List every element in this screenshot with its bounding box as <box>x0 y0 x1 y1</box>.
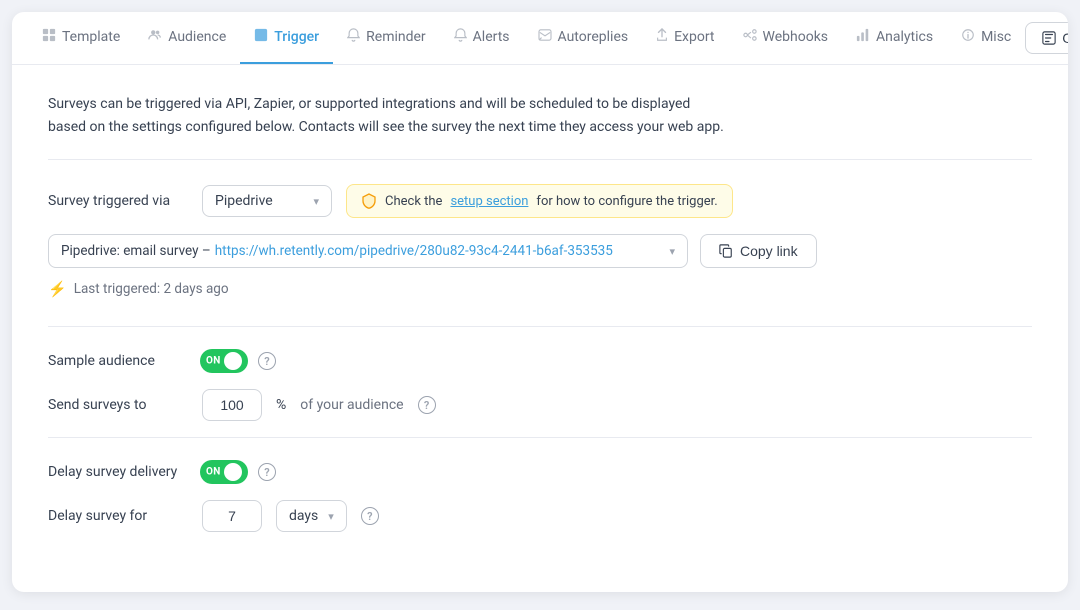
delay-delivery-row: Delay survey delivery ON ? <box>48 460 1032 484</box>
tab-trigger[interactable]: Trigger <box>240 12 333 64</box>
tab-reminder[interactable]: Reminder <box>333 12 440 64</box>
trigger-via-selected: Pipedrive <box>215 193 273 209</box>
bolt-icon: ⚡ <box>48 280 67 298</box>
delay-delivery-label: Delay survey delivery <box>48 464 188 480</box>
delay-for-label: Delay survey for <box>48 508 188 524</box>
description-box: Surveys can be triggered via API, Zapier… <box>48 93 1032 160</box>
tab-analytics[interactable]: Analytics <box>842 12 947 64</box>
divider-2 <box>48 437 1032 438</box>
tab-misc-label: Misc <box>981 29 1011 45</box>
tab-analytics-label: Analytics <box>876 29 933 45</box>
tab-webhooks-label: Webhooks <box>763 29 829 45</box>
delay-delivery-on-label: ON <box>206 467 221 478</box>
misc-icon <box>961 28 975 46</box>
guide-button[interactable]: Guide <box>1025 22 1068 54</box>
info-text: Check the <box>385 194 442 209</box>
tab-audience[interactable]: Audience <box>134 12 240 64</box>
delay-delivery-toggle[interactable]: ON <box>200 460 248 484</box>
send-surveys-label: Send surveys to <box>48 397 188 413</box>
copy-link-label: Copy link <box>740 243 798 259</box>
sample-audience-row: Sample audience ON ? <box>48 349 1032 373</box>
tab-trigger-label: Trigger <box>274 29 319 45</box>
webhook-url-select[interactable]: Pipedrive: email survey – https://wh.ret… <box>48 234 688 268</box>
send-surveys-suffix: of your audience <box>300 397 403 413</box>
delay-delivery-help[interactable]: ? <box>258 463 276 481</box>
webhook-label: Pipedrive: email survey – <box>61 243 211 259</box>
delay-for-input[interactable] <box>202 500 262 532</box>
trigger-icon <box>254 28 268 46</box>
audience-icon <box>148 28 162 46</box>
guide-label: Guide <box>1062 30 1068 46</box>
last-triggered-row: ⚡ Last triggered: 2 days ago <box>48 280 1032 298</box>
tab-alerts[interactable]: Alerts <box>440 12 524 64</box>
export-icon <box>656 28 668 46</box>
trigger-via-dropdown[interactable]: Pipedrive ▾ <box>202 185 332 217</box>
last-triggered-text: Last triggered: 2 days ago <box>74 281 229 297</box>
setup-section-link[interactable]: setup section <box>450 194 528 209</box>
tab-export-label: Export <box>674 29 714 45</box>
trigger-info-banner: Check the setup section for how to confi… <box>346 184 733 218</box>
webhook-chevron: ▾ <box>669 245 675 258</box>
delay-for-help[interactable]: ? <box>361 507 379 525</box>
trigger-via-label: Survey triggered via <box>48 193 188 209</box>
tab-alerts-label: Alerts <box>473 29 510 45</box>
alerts-icon <box>454 28 467 46</box>
autoreplies-icon <box>538 29 552 45</box>
webhooks-icon <box>743 28 757 46</box>
sample-audience-help[interactable]: ? <box>258 352 276 370</box>
delay-for-row: Delay survey for days ▾ ? <box>48 500 1032 532</box>
description-text: Surveys can be triggered via API, Zapier… <box>48 93 728 139</box>
reminder-icon <box>347 28 360 46</box>
webhook-url: https://wh.retently.com/pipedrive/280u82… <box>215 243 613 259</box>
trigger-via-chevron: ▾ <box>313 195 319 208</box>
sample-audience-on-label: ON <box>206 356 221 367</box>
main-card: Template Audience Trigger Reminder Alert… <box>12 12 1068 592</box>
tab-template-label: Template <box>62 29 120 45</box>
send-surveys-unit: % <box>276 397 286 413</box>
template-icon <box>42 28 56 46</box>
delay-unit-chevron: ▾ <box>328 510 334 523</box>
delay-delivery-toggle-wrap: ON ? <box>200 460 276 484</box>
delay-unit-label: days <box>289 508 318 524</box>
send-surveys-input[interactable] <box>202 389 262 421</box>
sample-audience-label: Sample audience <box>48 353 188 369</box>
webhook-row: Pipedrive: email survey – https://wh.ret… <box>48 234 1032 268</box>
sample-audience-toggle[interactable]: ON <box>200 349 248 373</box>
copy-icon <box>719 244 733 258</box>
tab-reminder-label: Reminder <box>366 29 426 45</box>
tabs-bar: Template Audience Trigger Reminder Alert… <box>12 12 1068 65</box>
tab-autoreplies[interactable]: Autoreplies <box>524 13 643 63</box>
info-suffix: for how to configure the trigger. <box>536 194 717 209</box>
analytics-icon <box>856 28 870 46</box>
send-surveys-help[interactable]: ? <box>418 396 436 414</box>
tab-autoreplies-label: Autoreplies <box>558 29 629 45</box>
delay-unit-dropdown[interactable]: days ▾ <box>276 500 347 532</box>
tab-audience-label: Audience <box>168 29 226 45</box>
content-area: Surveys can be triggered via API, Zapier… <box>12 65 1068 576</box>
divider-1 <box>48 326 1032 327</box>
tab-webhooks[interactable]: Webhooks <box>729 12 843 64</box>
tab-export[interactable]: Export <box>642 12 728 64</box>
send-surveys-row: Send surveys to % of your audience ? <box>48 389 1032 421</box>
copy-link-button[interactable]: Copy link <box>700 234 817 268</box>
tab-template[interactable]: Template <box>28 12 134 64</box>
tab-misc[interactable]: Misc <box>947 12 1025 64</box>
shield-icon <box>361 193 377 209</box>
trigger-via-row: Survey triggered via Pipedrive ▾ Check t… <box>48 184 1032 218</box>
sample-audience-toggle-wrap: ON ? <box>200 349 276 373</box>
